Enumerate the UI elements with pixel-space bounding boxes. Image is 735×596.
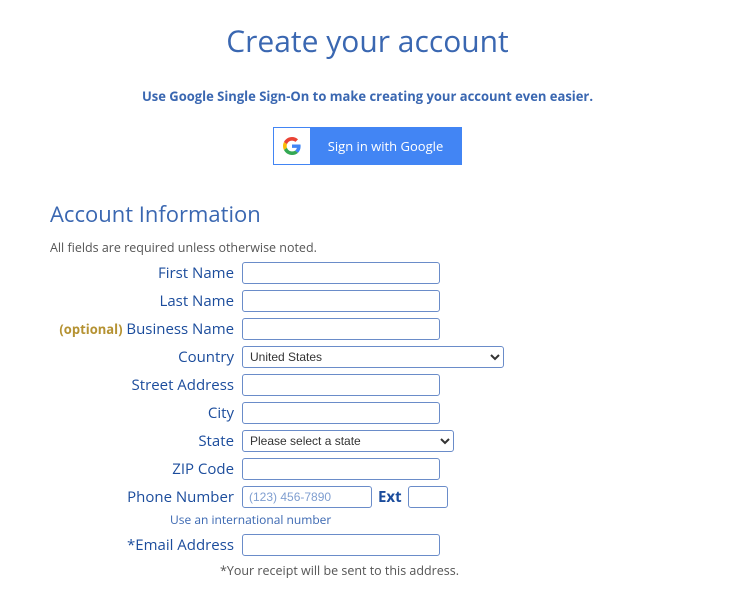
intl-number-link[interactable]: Use an international number: [170, 511, 331, 528]
section-title: Account Information: [50, 199, 685, 229]
zip-label: ZIP Code: [50, 459, 242, 479]
first-name-input[interactable]: [242, 262, 440, 284]
email-input[interactable]: [242, 534, 440, 556]
zip-input[interactable]: [242, 458, 440, 480]
state-label: State: [50, 431, 242, 451]
phone-label: Phone Number: [50, 487, 242, 507]
optional-tag: (optional): [59, 320, 122, 338]
country-select[interactable]: United States: [242, 346, 504, 368]
last-name-label: Last Name: [50, 291, 242, 311]
google-signin-label: Sign in with Google: [310, 128, 462, 164]
street-address-label: Street Address: [50, 375, 242, 395]
street-address-input[interactable]: [242, 374, 440, 396]
city-label: City: [50, 403, 242, 423]
state-select[interactable]: Please select a state: [242, 430, 454, 452]
email-label: *Email Address: [50, 535, 242, 555]
city-input[interactable]: [242, 402, 440, 424]
ext-label: Ext: [378, 487, 402, 507]
sso-description: Use Google Single Sign-On to make creati…: [50, 87, 685, 105]
last-name-input[interactable]: [242, 290, 440, 312]
page-title: Create your account: [50, 20, 685, 61]
country-label: Country: [50, 347, 242, 367]
ext-input[interactable]: [408, 486, 448, 508]
phone-input[interactable]: [242, 486, 372, 508]
business-name-label: (optional) Business Name: [50, 319, 242, 339]
first-name-label: First Name: [50, 263, 242, 283]
google-signin-button[interactable]: Sign in with Google: [273, 127, 463, 165]
google-icon: [274, 128, 310, 164]
required-note: All fields are required unless otherwise…: [50, 239, 685, 256]
business-name-input[interactable]: [242, 318, 440, 340]
receipt-hint: *Your receipt will be sent to this addre…: [50, 562, 685, 579]
